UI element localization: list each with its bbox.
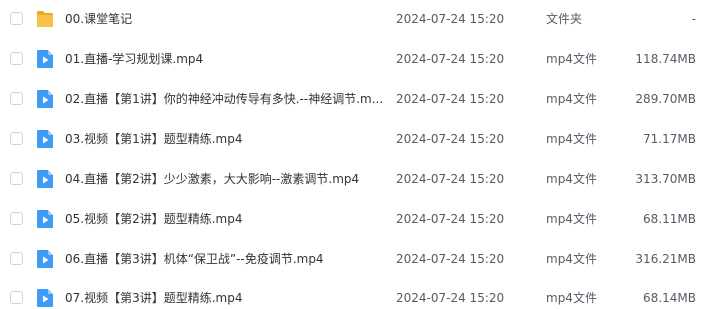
file-date: 2024-07-24 15:20	[396, 172, 505, 186]
file-size: 71.17MB	[643, 132, 696, 146]
file-row[interactable]: 01.直播-学习规划课.mp4 2024-07-24 15:20 mp4文件 118.…	[0, 40, 716, 80]
file-type: mp4文件	[546, 172, 597, 186]
file-row[interactable]: 03.视频【第1讲】题型精练.mp4 2024-07-24 15:20 mp4文件 7…	[0, 120, 716, 160]
file-type: mp4文件	[546, 92, 597, 106]
file-type: 文件夹	[546, 12, 583, 26]
row-checkbox[interactable]	[10, 52, 23, 65]
file-date: 2024-07-24 15:20	[396, 52, 505, 66]
file-name[interactable]: 05.视频【第2讲】题型精练.mp4	[65, 210, 385, 228]
file-size: 289.70MB	[635, 92, 696, 106]
row-checkbox[interactable]	[10, 12, 23, 25]
file-date: 2024-07-24 15:20	[396, 132, 505, 146]
file-type: mp4文件	[546, 52, 597, 66]
file-row[interactable]: 07.视频【第3讲】题型精练.mp4 2024-07-24 15:20 mp4文件 6…	[0, 279, 716, 309]
row-checkbox[interactable]	[10, 212, 23, 225]
file-size: -	[691, 12, 696, 26]
file-row[interactable]: 00.课堂笔记 2024-07-24 15:20 文件夹 -	[0, 0, 716, 40]
file-name[interactable]: 07.视频【第3讲】题型精练.mp4	[65, 289, 385, 307]
file-date: 2024-07-24 15:20	[396, 252, 505, 266]
file-date: 2024-07-24 15:20	[396, 212, 505, 226]
video-file-icon	[36, 129, 54, 149]
file-name[interactable]: 06.直播【第3讲】机体“保卫战”--免疫调节.mp4	[65, 250, 385, 268]
file-name[interactable]: 04.直播【第2讲】少少激素，大大影响--激素调节.mp4	[65, 170, 385, 188]
file-row[interactable]: 04.直播【第2讲】少少激素，大大影响--激素调节.mp4 2024-07-24 …	[0, 160, 716, 200]
row-checkbox[interactable]	[10, 92, 23, 105]
file-name[interactable]: 03.视频【第1讲】题型精练.mp4	[65, 130, 385, 148]
file-list: 00.课堂笔记 2024-07-24 15:20 文件夹 - 01.直播-学习规划课.m…	[0, 0, 716, 309]
video-file-icon	[36, 209, 54, 229]
row-checkbox[interactable]	[10, 291, 23, 304]
file-size: 316.21MB	[635, 252, 696, 266]
file-type: mp4文件	[546, 252, 597, 266]
file-row[interactable]: 05.视频【第2讲】题型精练.mp4 2024-07-24 15:20 mp4文件 6…	[0, 200, 716, 240]
video-file-icon	[36, 169, 54, 189]
file-date: 2024-07-24 15:20	[396, 291, 505, 305]
file-type: mp4文件	[546, 291, 597, 305]
video-file-icon	[36, 249, 54, 269]
video-file-icon	[36, 49, 54, 69]
row-checkbox[interactable]	[10, 252, 23, 265]
file-size: 313.70MB	[635, 172, 696, 186]
row-checkbox[interactable]	[10, 172, 23, 185]
row-checkbox[interactable]	[10, 132, 23, 145]
file-date: 2024-07-24 15:20	[396, 12, 505, 26]
file-row[interactable]: 06.直播【第3讲】机体“保卫战”--免疫调节.mp4 2024-07-24 15…	[0, 240, 716, 280]
file-name[interactable]: 00.课堂笔记	[65, 10, 385, 28]
file-type: mp4文件	[546, 132, 597, 146]
file-type: mp4文件	[546, 212, 597, 226]
file-size: 118.74MB	[635, 52, 696, 66]
file-row[interactable]: 02.直播【第1讲】你的神经冲动传导有多快.--神经调节.m... 2024-07…	[0, 80, 716, 120]
file-size: 68.11MB	[643, 212, 696, 226]
video-file-icon	[36, 89, 54, 109]
file-name[interactable]: 01.直播-学习规划课.mp4	[65, 50, 385, 68]
file-size: 68.14MB	[643, 291, 696, 305]
file-name[interactable]: 02.直播【第1讲】你的神经冲动传导有多快.--神经调节.m...	[65, 90, 385, 108]
video-file-icon	[36, 288, 54, 308]
folder-icon	[36, 9, 54, 29]
file-date: 2024-07-24 15:20	[396, 92, 505, 106]
